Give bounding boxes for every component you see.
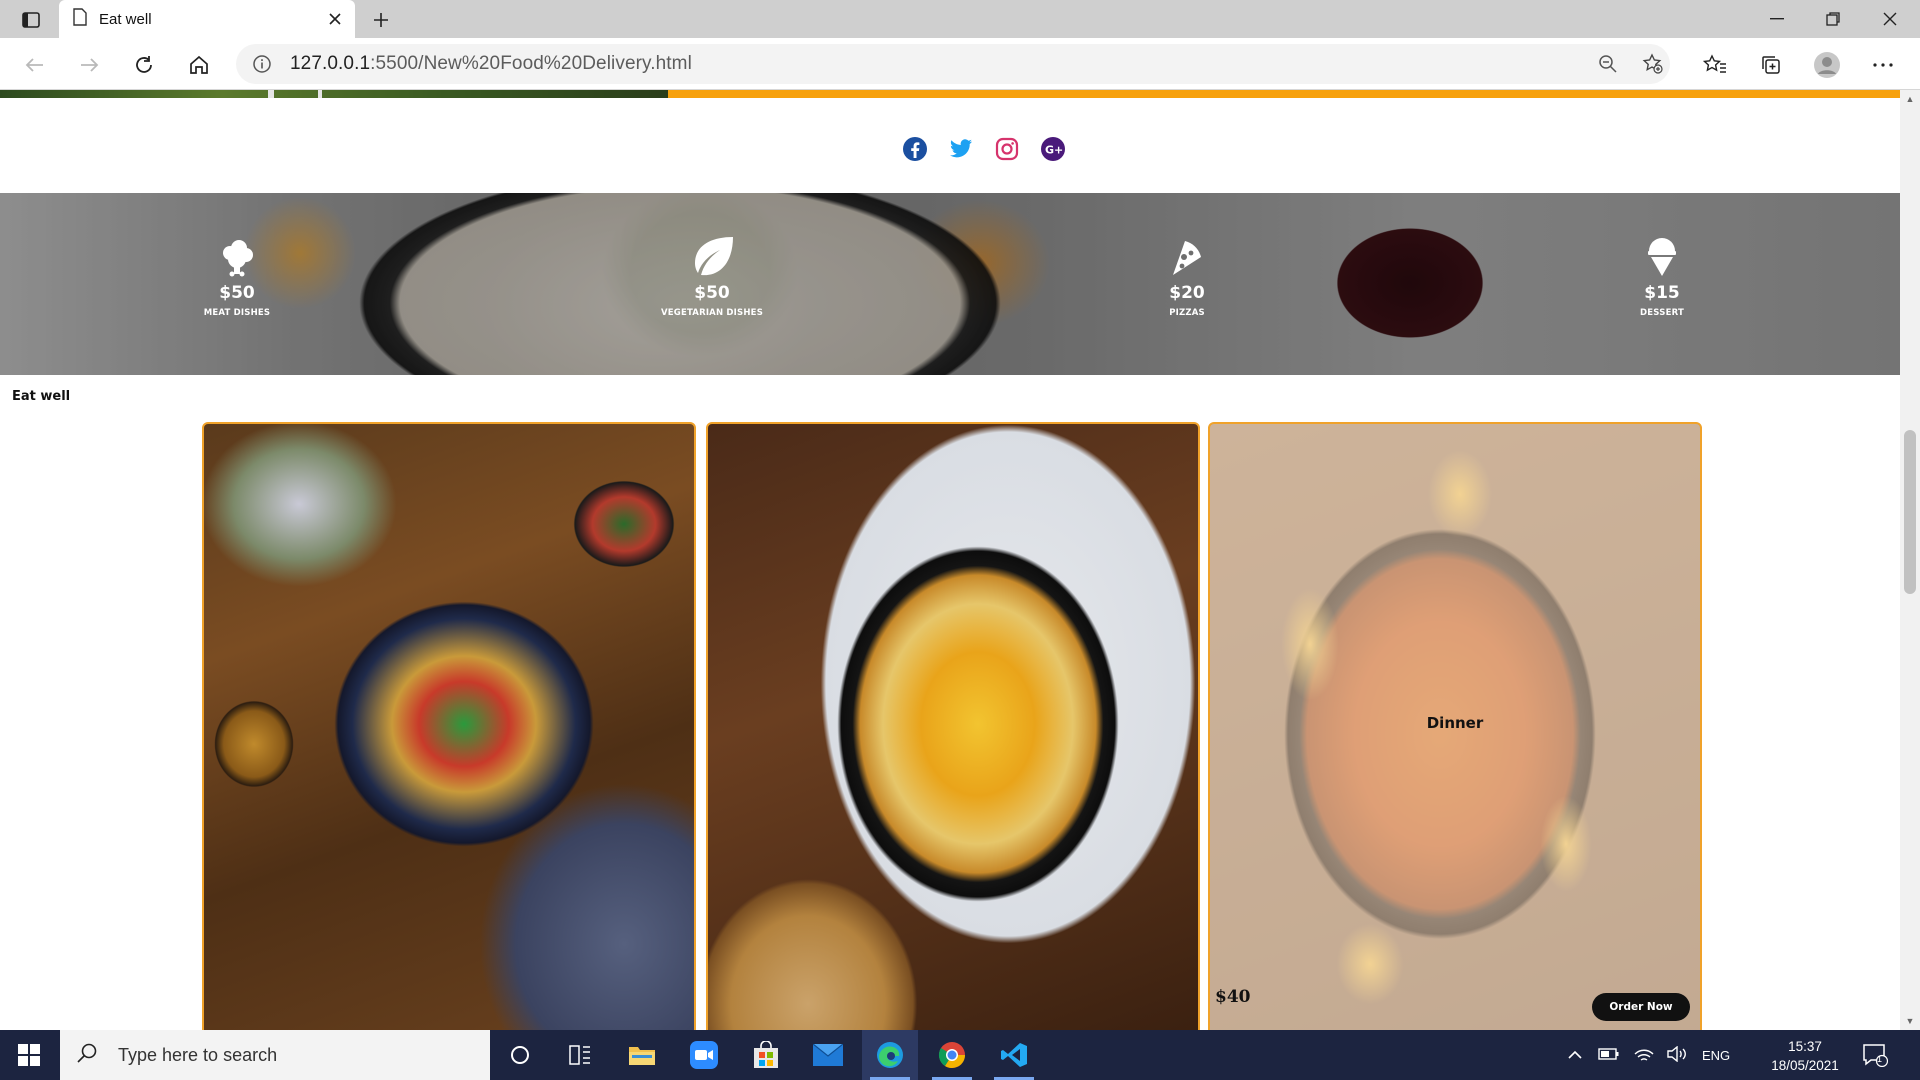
edge-browser-icon[interactable]	[862, 1030, 918, 1080]
search-icon	[76, 1042, 98, 1069]
tab-title: Eat well	[99, 10, 152, 28]
refresh-button[interactable]	[129, 50, 159, 80]
battery-icon[interactable]	[1598, 1047, 1620, 1064]
scroll-up-icon[interactable]: ▲	[1905, 94, 1915, 104]
profile-avatar[interactable]	[1812, 50, 1842, 80]
taskbar-clock[interactable]: 15:37 18/05/2021	[1760, 1037, 1850, 1075]
ice-cream-icon	[1572, 233, 1752, 277]
price-label: VEGETARIAN DISHES	[660, 308, 764, 318]
url-host: 127.0.0.1	[290, 53, 371, 74]
scroll-down-icon[interactable]: ▼	[1905, 1016, 1915, 1026]
svg-text:G+: G+	[1045, 144, 1063, 157]
instagram-icon[interactable]	[994, 136, 1020, 162]
tab-actions-icon[interactable]	[14, 8, 48, 32]
forward-button[interactable]	[74, 50, 104, 80]
pizza-icon	[1097, 233, 1277, 277]
vscode-icon[interactable]	[986, 1030, 1042, 1080]
price-item-pizzas: $20 PIZZAS	[1097, 233, 1277, 318]
clock-date: 18/05/2021	[1771, 1058, 1839, 1073]
browser-toolbar: 127.0.0.1:5500/New%20Food%20Delivery.htm…	[0, 38, 1920, 90]
restore-button[interactable]	[1805, 0, 1861, 38]
price-label: MEAT DISHES	[203, 308, 271, 318]
clock-time: 15:37	[1788, 1039, 1822, 1054]
strip-gap	[318, 90, 322, 98]
food-card-buddha-bowl[interactable]	[202, 422, 696, 1030]
page-scrollbar[interactable]: ▲ ▼	[1900, 90, 1920, 1030]
collections-icon[interactable]	[1756, 50, 1786, 80]
task-view-icon[interactable]	[552, 1030, 608, 1080]
url-path: :5500/New%20Food%20Delivery.html	[370, 53, 692, 74]
page-icon	[73, 7, 87, 31]
store-icon[interactable]	[738, 1030, 794, 1080]
notification-count: 1	[1877, 1054, 1883, 1064]
price-amount: $50	[694, 283, 730, 303]
show-hidden-icons-icon[interactable]	[1568, 1048, 1582, 1063]
url-text: 127.0.0.1:5500/New%20Food%20Delivery.htm…	[290, 53, 692, 75]
cortana-icon[interactable]	[492, 1030, 548, 1080]
price-label: DESSERT	[1640, 308, 1684, 318]
mail-icon[interactable]	[800, 1030, 856, 1080]
language-indicator[interactable]: ENG	[1702, 1048, 1730, 1063]
favorites-icon[interactable]	[1700, 50, 1730, 80]
volume-icon[interactable]	[1666, 1045, 1688, 1065]
browser-tab-bar: Eat well	[0, 0, 1920, 38]
search-placeholder: Type here to search	[118, 1044, 278, 1065]
header-image-bottom	[0, 90, 668, 98]
more-menu-icon[interactable]	[1868, 50, 1898, 80]
back-button[interactable]	[20, 50, 50, 80]
chrome-icon[interactable]	[924, 1030, 980, 1080]
minimize-button[interactable]	[1749, 0, 1805, 38]
strip-gap	[268, 90, 274, 98]
meat-icon	[147, 233, 327, 277]
price-item-vegetarian: $50 VEGETARIAN DISHES	[622, 233, 802, 318]
card-price: $40	[1215, 987, 1251, 1007]
windows-taskbar: Type here to search ENG 15:37 18/05/2021…	[0, 1030, 1920, 1080]
zoom-app-icon[interactable]	[676, 1030, 732, 1080]
page-viewport: G+ $50 MEAT DISHES $50 VEGETARIAN DISHES…	[0, 90, 1900, 1030]
close-tab-icon[interactable]	[325, 9, 345, 29]
zoom-icon[interactable]	[1598, 54, 1618, 79]
scrollbar-thumb[interactable]	[1904, 430, 1916, 594]
header-image-strip	[0, 90, 1900, 98]
windows-start-icon[interactable]	[0, 1030, 58, 1080]
price-amount: $50	[219, 283, 255, 303]
close-window-button[interactable]	[1862, 0, 1918, 38]
leaf-icon	[622, 233, 802, 277]
price-amount: $15	[1644, 283, 1680, 303]
price-item-dessert: $15 DESSERT	[1572, 233, 1752, 318]
food-card-dinner[interactable]: Dinner $40 Order Now	[1208, 422, 1702, 1030]
social-links: G+	[0, 136, 1900, 162]
price-label: PIZZAS	[1169, 308, 1205, 318]
section-title: Eat well	[12, 389, 71, 404]
price-item-meat: $50 MEAT DISHES	[147, 233, 327, 318]
price-banner: $50 MEAT DISHES $50 VEGETARIAN DISHES $2…	[0, 193, 1900, 375]
site-info-icon[interactable]	[252, 54, 272, 79]
facebook-icon[interactable]	[902, 136, 928, 162]
notification-center-icon[interactable]: 1	[1860, 1040, 1890, 1070]
file-explorer-icon[interactable]	[614, 1030, 670, 1080]
twitter-icon[interactable]	[948, 136, 974, 162]
new-tab-button[interactable]	[368, 7, 394, 33]
google-plus-icon[interactable]: G+	[1040, 136, 1066, 162]
card-name: Dinner	[1426, 714, 1484, 732]
system-tray: ENG	[1568, 1030, 1730, 1080]
browser-tab[interactable]: Eat well	[59, 0, 355, 38]
wifi-icon[interactable]	[1634, 1046, 1654, 1065]
add-favorite-icon[interactable]	[1642, 53, 1664, 80]
taskbar-search-box[interactable]: Type here to search	[60, 1030, 490, 1080]
price-amount: $20	[1169, 283, 1205, 303]
address-bar[interactable]: 127.0.0.1:5500/New%20Food%20Delivery.htm…	[236, 44, 1670, 84]
order-now-button[interactable]: Order Now	[1592, 993, 1690, 1021]
home-button[interactable]	[184, 50, 214, 80]
food-card-shakshuka[interactable]	[706, 422, 1200, 1030]
